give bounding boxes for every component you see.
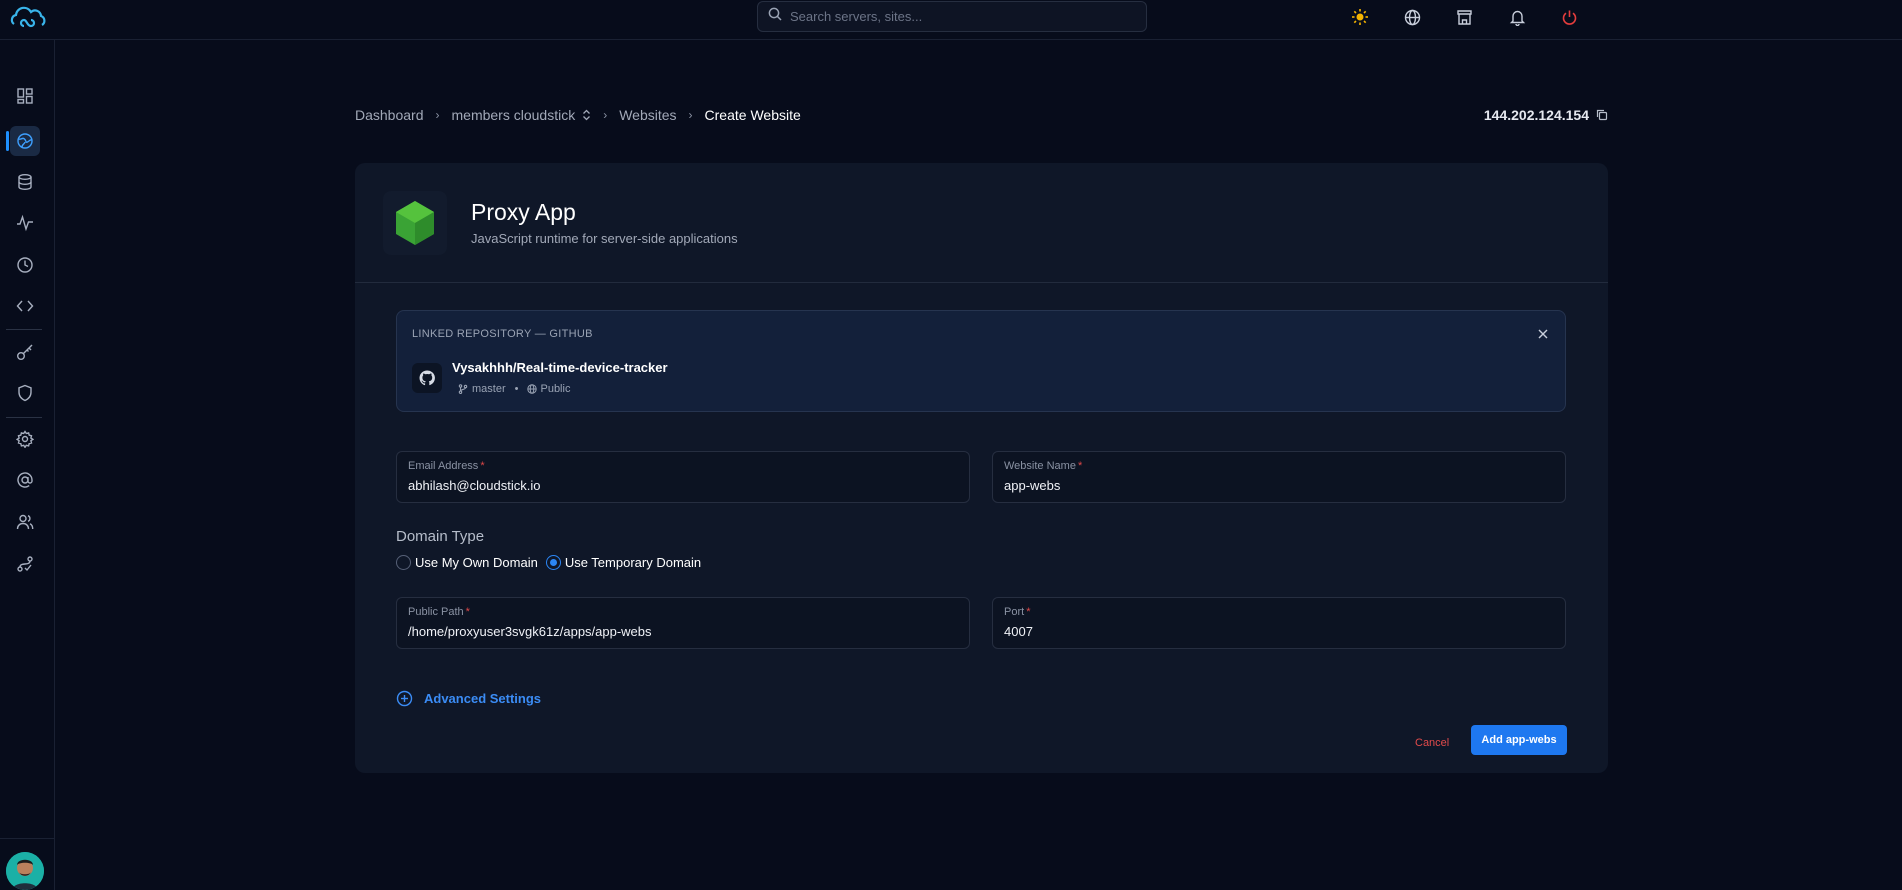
email-label: Email Address * <box>408 460 485 472</box>
bell-icon[interactable] <box>1505 5 1529 29</box>
separator-dot: • <box>514 383 519 395</box>
nodejs-hexagon-icon <box>396 201 434 245</box>
sidebar-item-security[interactable] <box>10 378 40 408</box>
sidebar-item-cron[interactable] <box>10 250 40 280</box>
own-domain-label[interactable]: Use My Own Domain <box>415 555 538 570</box>
plus-circle-icon <box>396 690 413 707</box>
cloudstick-logo[interactable] <box>8 4 50 32</box>
active-indicator <box>6 131 9 151</box>
breadcrumb-websites[interactable]: Websites <box>619 107 676 123</box>
advanced-settings-label: Advanced Settings <box>424 691 542 706</box>
app-logo <box>383 191 447 255</box>
public-path-label: Public Path * <box>408 606 470 618</box>
sidebar-item-dashboard[interactable] <box>10 81 40 111</box>
chevron-right-icon: › <box>688 108 693 122</box>
server-ip-text: 144.202.124.154 <box>1483 107 1589 123</box>
app-title: Proxy App <box>471 199 576 225</box>
repo-meta: master • Public <box>458 383 570 395</box>
port-label: Port * <box>1004 606 1031 618</box>
breadcrumb: Dashboard › members cloudstick › Website… <box>355 107 801 123</box>
chevron-right-icon: › <box>603 108 608 122</box>
sidebar-item-monitoring[interactable] <box>10 208 40 238</box>
repo-branch: master <box>472 383 506 395</box>
search-bar[interactable] <box>757 1 1147 32</box>
sidebar-divider <box>0 838 55 839</box>
radio-own-domain[interactable] <box>396 555 411 570</box>
route-icon <box>17 556 33 572</box>
linked-repository: LINKED REPOSITORY — GITHUB Vysakhhh/Real… <box>396 310 1566 412</box>
users-icon <box>16 514 34 530</box>
search-input[interactable] <box>790 9 1120 24</box>
app-description: JavaScript runtime for server-side appli… <box>471 231 738 246</box>
sidebar-item-email[interactable] <box>10 465 40 495</box>
repo-name: Vysakhhh/Real-time-device-tracker <box>452 360 668 375</box>
websites-icon <box>17 133 33 149</box>
website-name-label: Website Name * <box>1004 460 1083 472</box>
website-name-value[interactable]: app-webs <box>1004 478 1554 493</box>
power-icon[interactable] <box>1557 5 1581 29</box>
public-path-value[interactable]: /home/proxyuser3svgk61z/apps/app-webs <box>408 624 958 639</box>
github-icon <box>412 363 442 393</box>
sidebar-item-code[interactable] <box>10 291 40 321</box>
sidebar-item-team[interactable] <box>10 507 40 537</box>
sidebar-item-websites[interactable] <box>10 126 40 156</box>
chevron-right-icon: › <box>435 108 440 122</box>
sidebar-divider <box>6 329 42 330</box>
branch-icon <box>458 384 468 394</box>
copy-icon[interactable] <box>1596 109 1608 121</box>
search-icon <box>768 7 782 26</box>
at-icon <box>17 472 33 488</box>
public-path-field[interactable]: Public Path * /home/proxyuser3svgk61z/app… <box>396 597 970 649</box>
sidebar-item-keys[interactable] <box>10 337 40 367</box>
breadcrumb-server[interactable]: members cloudstick <box>452 107 576 123</box>
sun-icon[interactable] <box>1348 5 1372 29</box>
breadcrumb-dashboard[interactable]: Dashboard <box>355 107 424 123</box>
sidebar-item-routes[interactable] <box>10 549 40 579</box>
app-header: Proxy App JavaScript runtime for server-… <box>355 163 1608 283</box>
globe-icon <box>527 384 538 394</box>
store-icon[interactable] <box>1452 5 1476 29</box>
globe-icon[interactable] <box>1400 5 1424 29</box>
server-ip: 144.202.124.154 <box>1484 107 1608 123</box>
settings-icon <box>16 430 34 448</box>
temporary-domain-label[interactable]: Use Temporary Domain <box>565 555 701 570</box>
sidebar-item-settings[interactable] <box>10 424 40 454</box>
top-bar <box>0 0 1902 40</box>
activity-icon <box>17 214 33 232</box>
email-value[interactable]: abhilash@cloudstick.io <box>408 478 958 493</box>
repo-visibility: Public <box>540 383 571 395</box>
shield-icon <box>18 384 32 402</box>
repo-label: LINKED REPOSITORY — GITHUB <box>412 328 593 340</box>
code-icon <box>16 300 34 312</box>
port-value[interactable]: 4007 <box>1004 624 1554 639</box>
website-name-field[interactable]: Website Name * app-webs <box>992 451 1566 503</box>
chevron-updown-icon[interactable] <box>582 109 591 121</box>
database-icon <box>18 174 32 191</box>
advanced-settings-toggle[interactable]: Advanced Settings <box>396 690 541 707</box>
breadcrumb-current: Create Website <box>704 107 801 123</box>
sidebar-item-databases[interactable] <box>10 167 40 197</box>
sidebar <box>0 40 55 890</box>
port-field[interactable]: Port * 4007 <box>992 597 1566 649</box>
sidebar-divider <box>6 417 42 418</box>
domain-type-options: Use My Own Domain Use Temporary Domain <box>396 555 701 570</box>
dashboard-icon <box>17 88 33 104</box>
add-website-button[interactable]: Add app-webs <box>1471 725 1567 755</box>
cancel-button[interactable]: Cancel <box>1415 737 1449 749</box>
clock-icon <box>17 257 33 273</box>
domain-type-label: Domain Type <box>396 528 485 545</box>
avatar[interactable] <box>6 852 44 890</box>
create-website-card: Proxy App JavaScript runtime for server-… <box>355 163 1608 773</box>
close-icon[interactable] <box>1535 326 1551 342</box>
email-field[interactable]: Email Address * abhilash@cloudstick.io <box>396 451 970 503</box>
radio-temporary-domain[interactable] <box>545 555 561 570</box>
key-icon <box>17 344 33 360</box>
